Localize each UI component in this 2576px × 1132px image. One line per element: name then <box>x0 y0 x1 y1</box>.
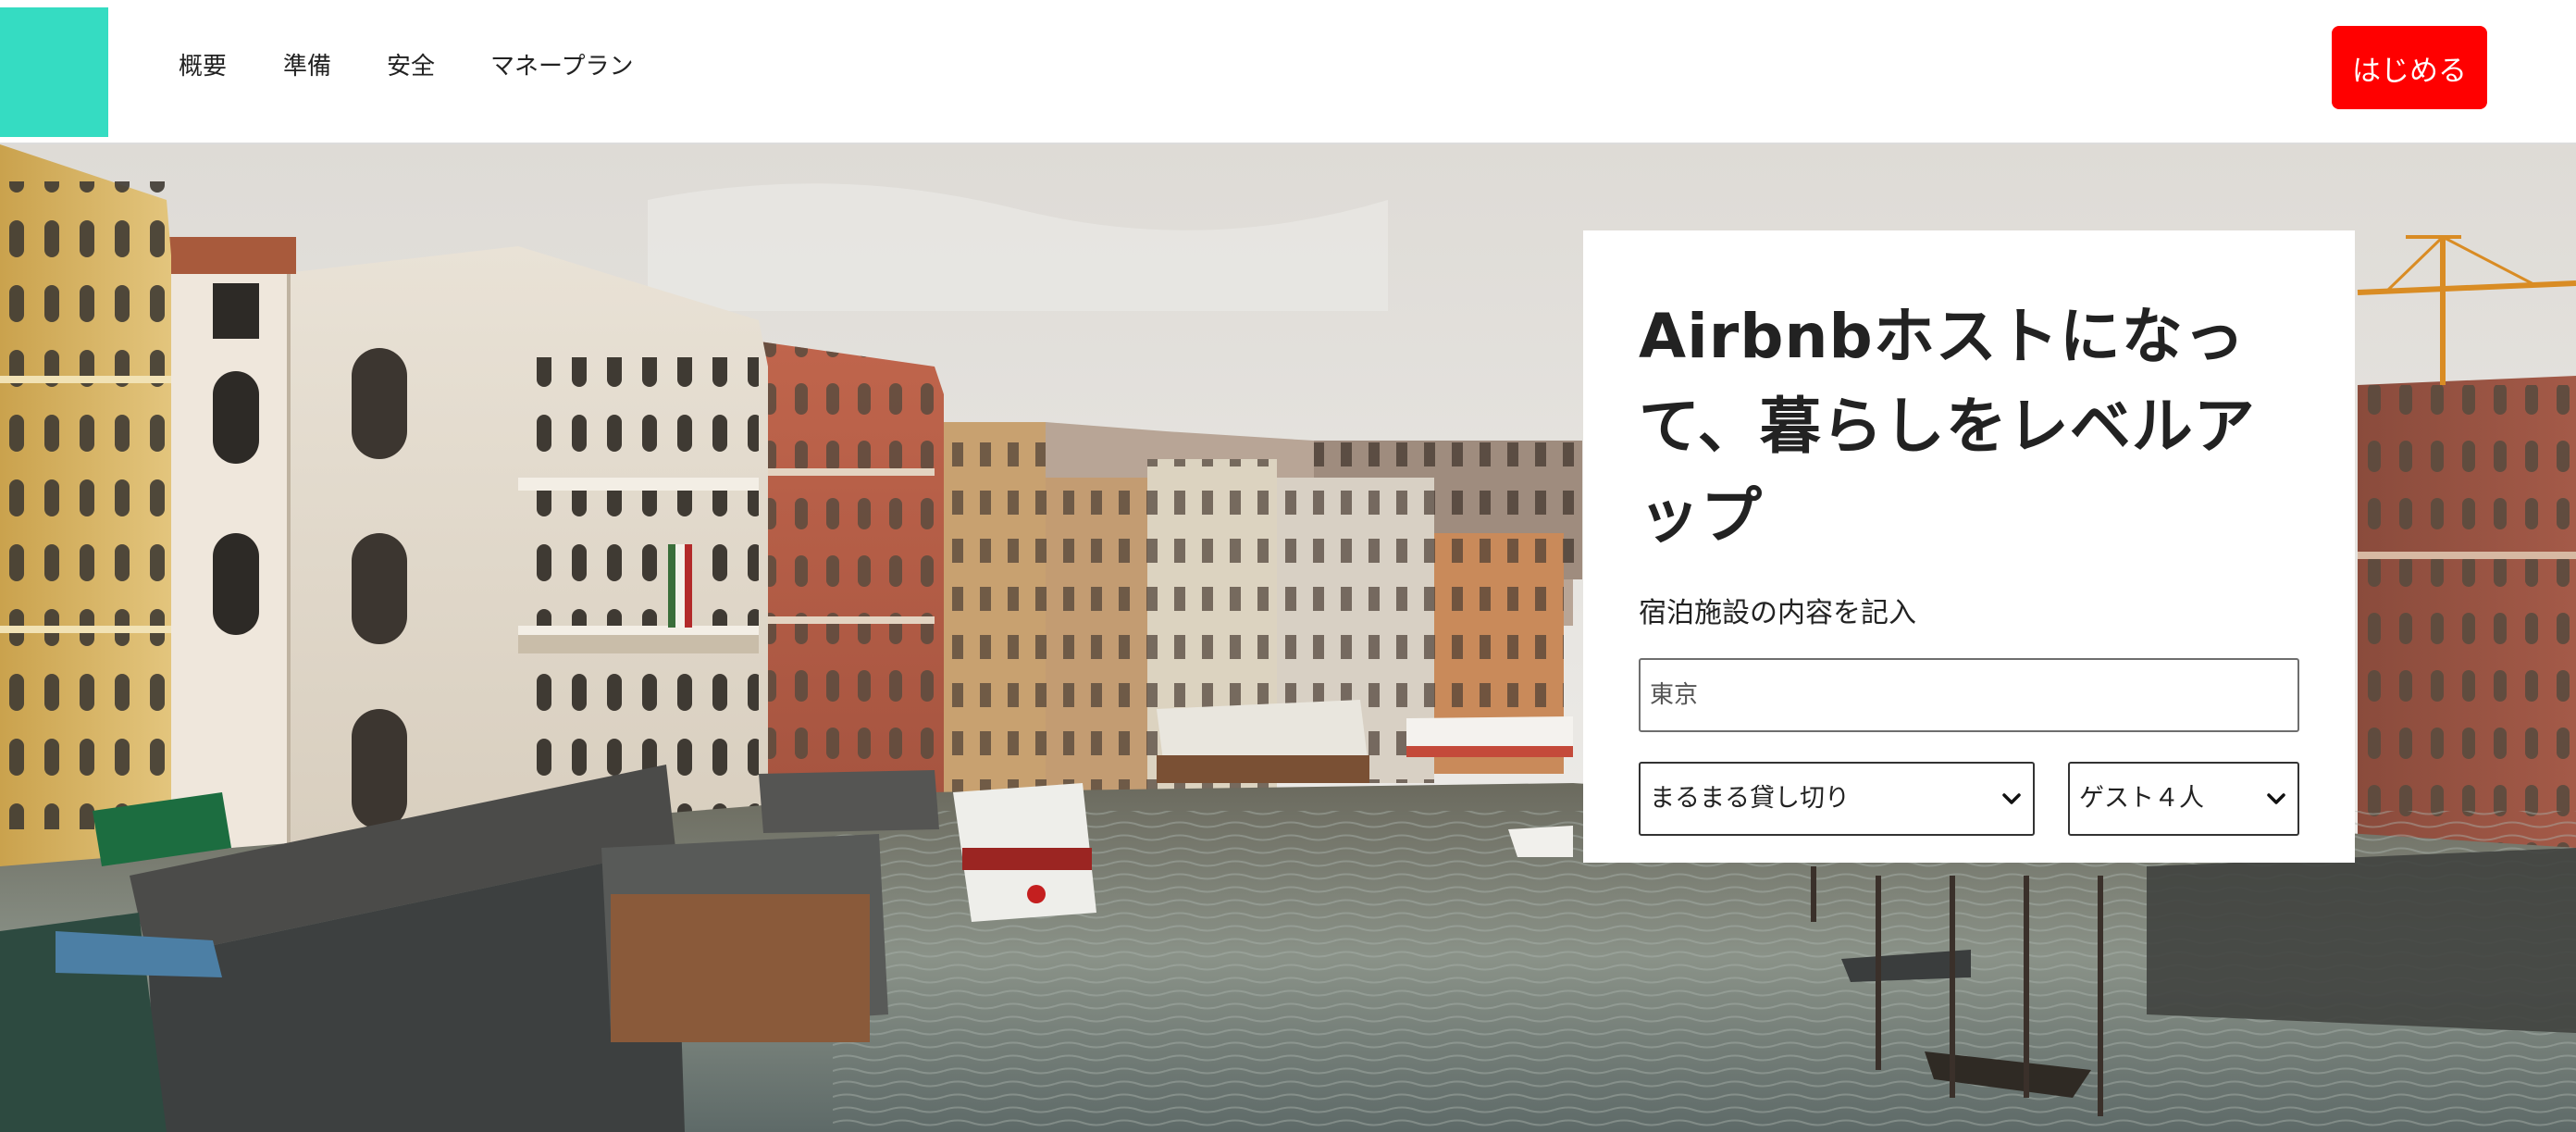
location-input[interactable] <box>1639 658 2299 732</box>
chevron-down-icon <box>2002 793 2021 804</box>
nav-item-overview[interactable]: 概要 <box>179 48 227 85</box>
nav-item-money-plan[interactable]: マネープラン <box>490 48 633 85</box>
logo[interactable] <box>0 7 108 137</box>
host-signup-card: Airbnbホストになって、暮らしをレベルアップ 宿泊施設の内容を記入 まるまる… <box>1583 230 2355 863</box>
start-button[interactable]: はじめる <box>2332 26 2487 109</box>
top-header: 概要 準備 安全 マネープラン はじめる <box>0 0 2576 144</box>
page: 概要 準備 安全 マネープラン はじめる Airbnbホストになって、暮らしをレ… <box>0 0 2576 1132</box>
select-row: まるまる貸し切り ゲスト４人 <box>1639 762 2299 836</box>
hero-subtitle: 宿泊施設の内容を記入 <box>1639 597 1916 629</box>
guest-count-value: ゲスト４人 <box>2079 784 2204 813</box>
property-type-select[interactable]: まるまる貸し切り <box>1639 762 2035 836</box>
guest-count-select[interactable]: ゲスト４人 <box>2068 762 2299 836</box>
chevron-down-icon <box>2267 793 2285 804</box>
nav-item-prepare[interactable]: 準備 <box>283 48 331 85</box>
property-type-value: まるまる貸し切り <box>1650 784 1850 813</box>
hero-title: Airbnbホストになって、暮らしをレベルアップ <box>1639 301 2256 552</box>
nav-item-safety[interactable]: 安全 <box>387 48 435 85</box>
